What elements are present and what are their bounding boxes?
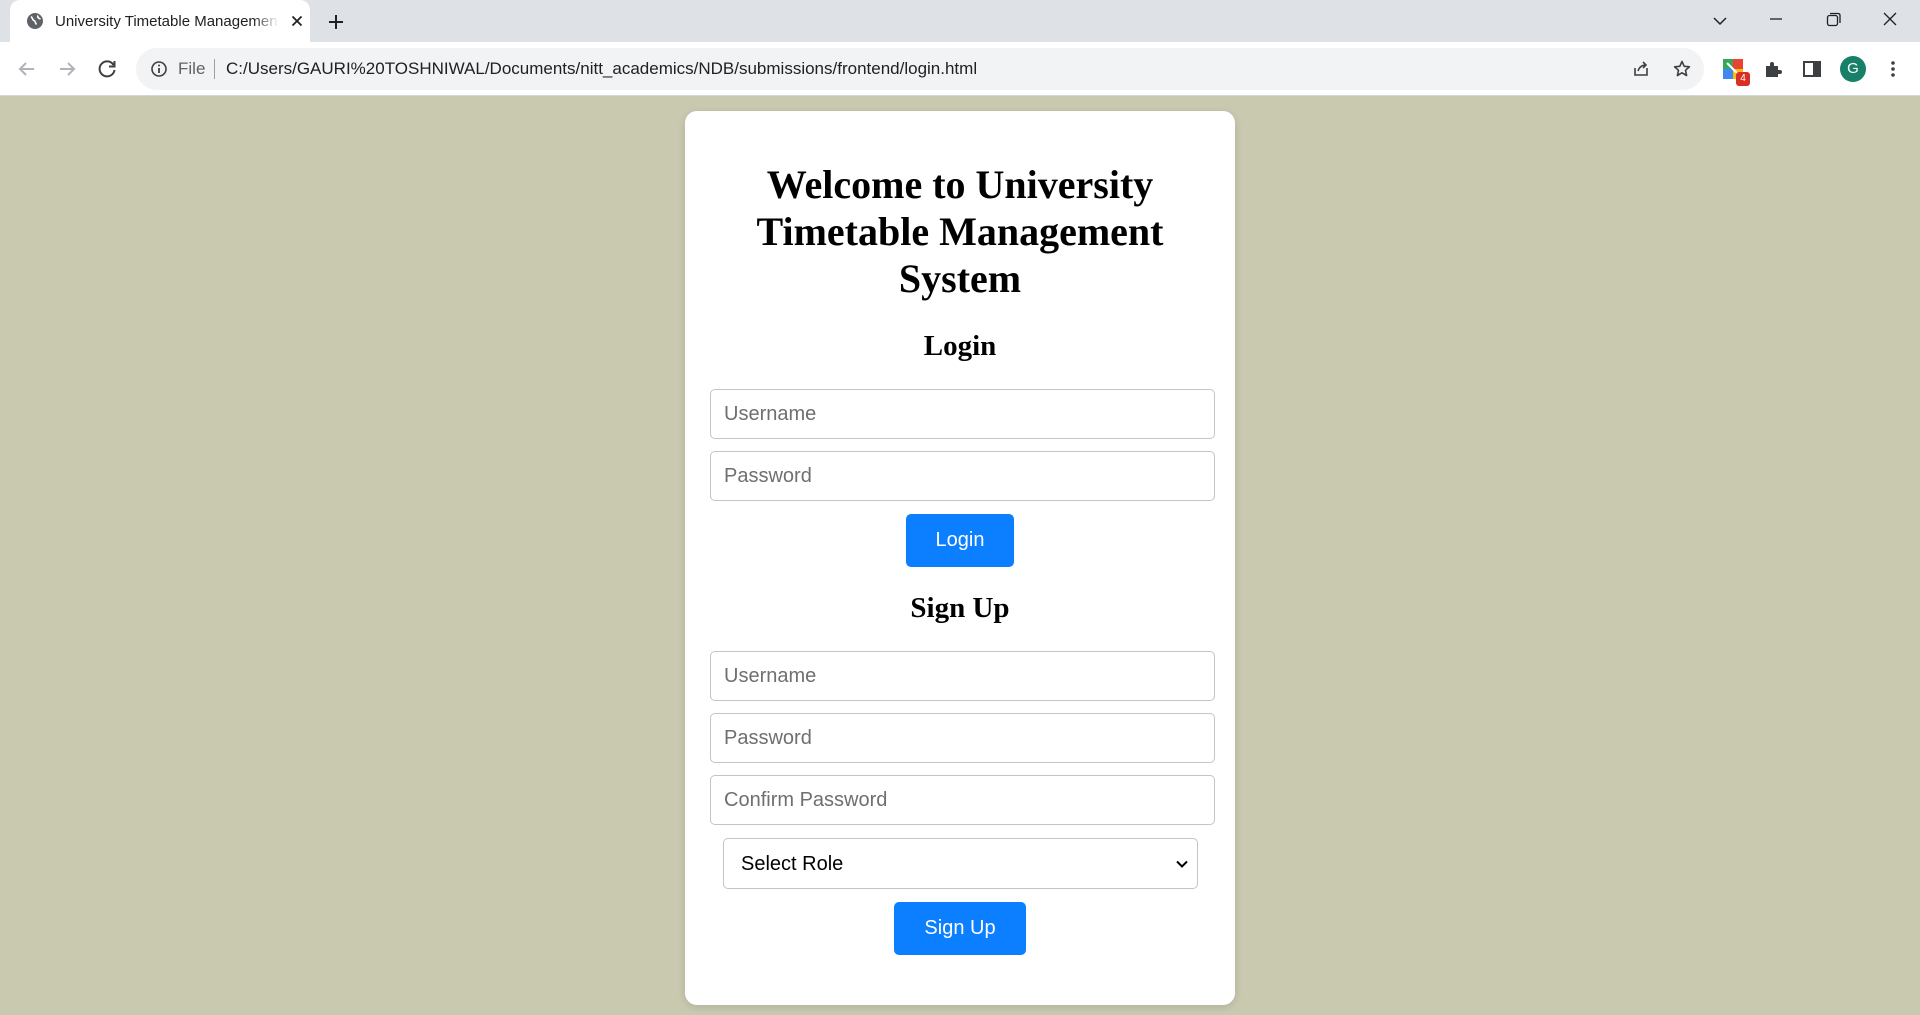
address-divider bbox=[214, 59, 215, 79]
globe-icon bbox=[27, 13, 43, 29]
scheme-label: File bbox=[178, 59, 206, 78]
profile-avatar[interactable]: G bbox=[1840, 56, 1866, 82]
close-window-icon[interactable] bbox=[1872, 6, 1908, 36]
active-tab[interactable]: University Timetable Management System bbox=[10, 0, 310, 42]
chevron-down-icon bbox=[1176, 860, 1188, 868]
back-icon[interactable] bbox=[13, 55, 41, 83]
browser-toolbar: File C:/Users/GAURI%20TOSHNIWAL/Document… bbox=[0, 42, 1920, 96]
signup-username-input[interactable] bbox=[710, 651, 1215, 701]
extensions-puzzle-icon[interactable] bbox=[1761, 57, 1785, 81]
signup-password-input[interactable] bbox=[710, 713, 1215, 763]
tab-title: University Timetable Management System bbox=[55, 12, 279, 32]
new-tab-icon[interactable] bbox=[324, 10, 348, 34]
login-heading: Login bbox=[923, 330, 997, 362]
signup-confirm-password-input[interactable] bbox=[710, 775, 1215, 825]
tab-strip: University Timetable Management System bbox=[0, 0, 1920, 42]
address-bar[interactable]: File C:/Users/GAURI%20TOSHNIWAL/Document… bbox=[136, 48, 1704, 90]
info-icon[interactable] bbox=[150, 60, 168, 78]
login-button[interactable]: Login bbox=[906, 514, 1014, 567]
extension-badge: 4 bbox=[1736, 72, 1750, 86]
page-title: Welcome to University Timetable Manageme… bbox=[756, 162, 1164, 301]
restore-icon[interactable] bbox=[1815, 6, 1851, 36]
close-tab-icon[interactable] bbox=[288, 12, 306, 30]
url-text[interactable]: C:/Users/GAURI%20TOSHNIWAL/Documents/nit… bbox=[226, 59, 977, 79]
role-select-value: Select Role bbox=[741, 853, 844, 875]
share-icon[interactable] bbox=[1631, 59, 1651, 79]
side-panel-icon[interactable] bbox=[1800, 57, 1824, 81]
more-menu-icon[interactable] bbox=[1881, 57, 1905, 81]
role-select[interactable]: Select Role bbox=[723, 838, 1198, 889]
signup-button[interactable]: Sign Up bbox=[894, 902, 1026, 955]
forward-icon[interactable] bbox=[53, 55, 81, 83]
login-password-input[interactable] bbox=[710, 451, 1215, 501]
minimize-icon[interactable] bbox=[1758, 6, 1794, 36]
auth-card: Welcome to University Timetable Manageme… bbox=[685, 111, 1235, 1005]
signup-heading: Sign Up bbox=[910, 592, 1010, 624]
login-username-input[interactable] bbox=[710, 389, 1215, 439]
reload-icon[interactable] bbox=[93, 55, 121, 83]
tab-search-icon[interactable] bbox=[1702, 6, 1738, 36]
bookmark-star-icon[interactable] bbox=[1672, 59, 1692, 79]
